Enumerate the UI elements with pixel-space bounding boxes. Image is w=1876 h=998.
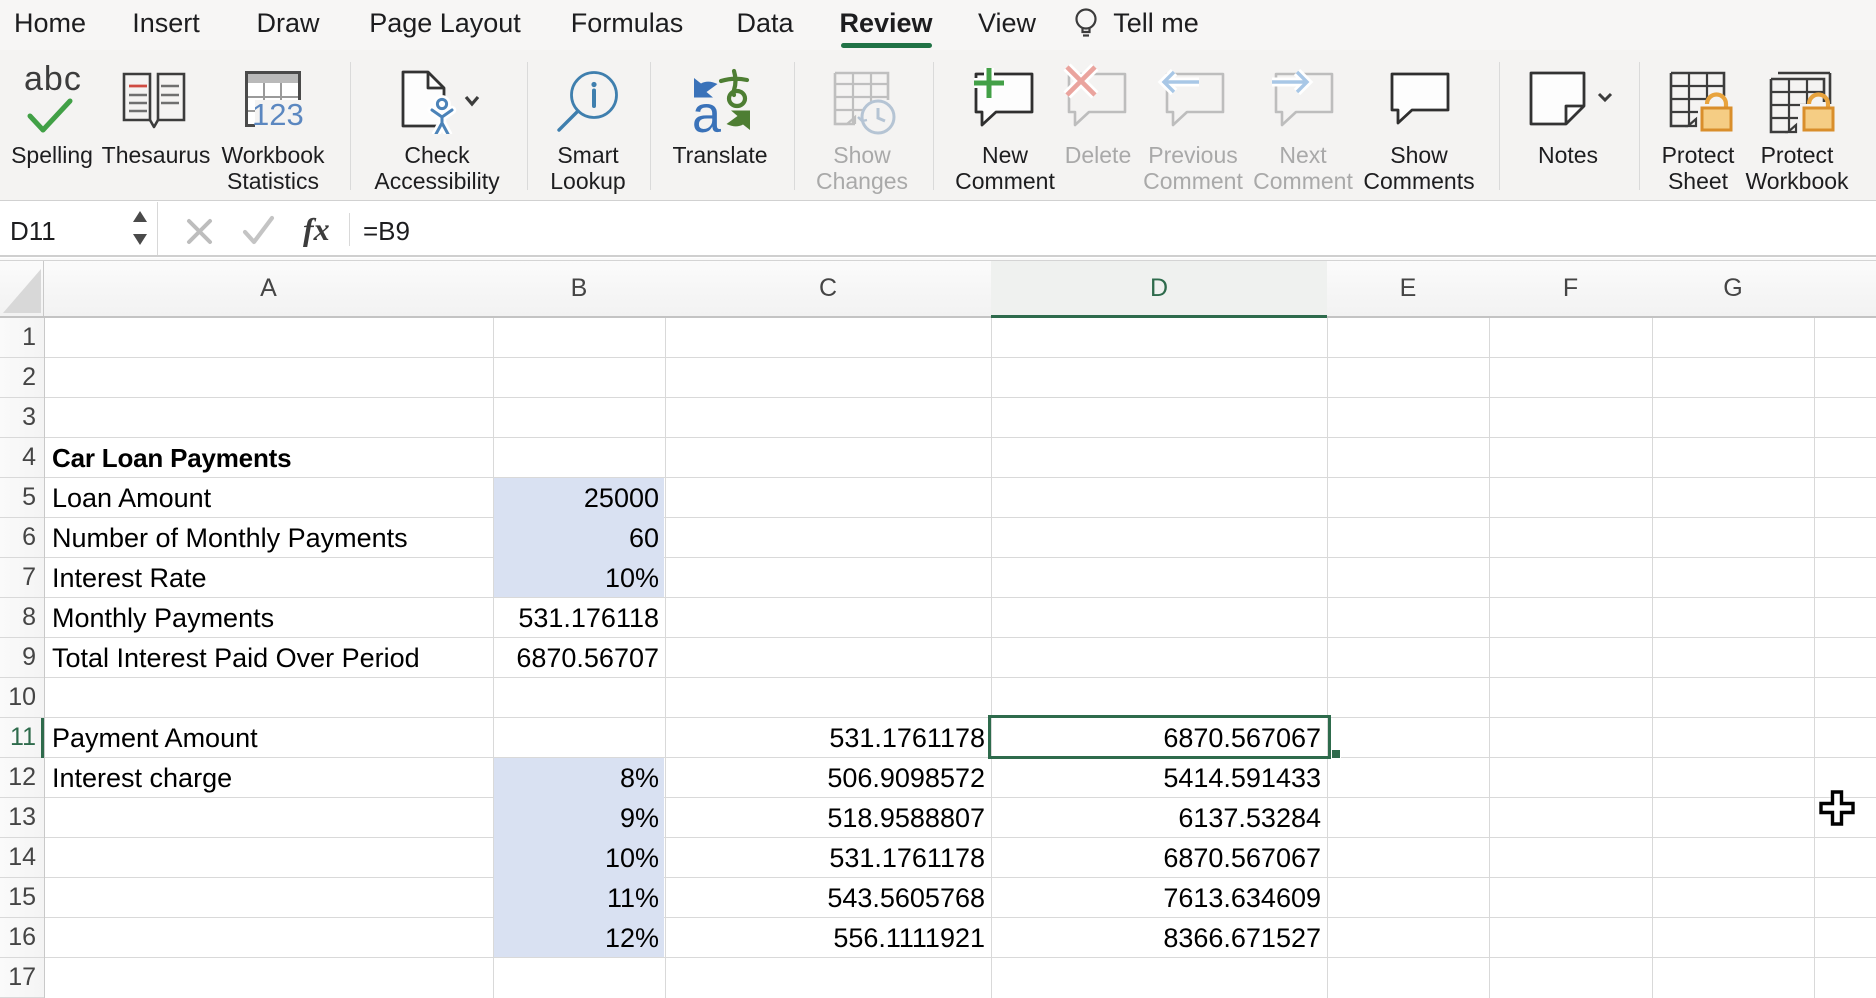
svg-text:a: a [692,86,721,134]
svg-text:123: 123 [252,97,303,131]
